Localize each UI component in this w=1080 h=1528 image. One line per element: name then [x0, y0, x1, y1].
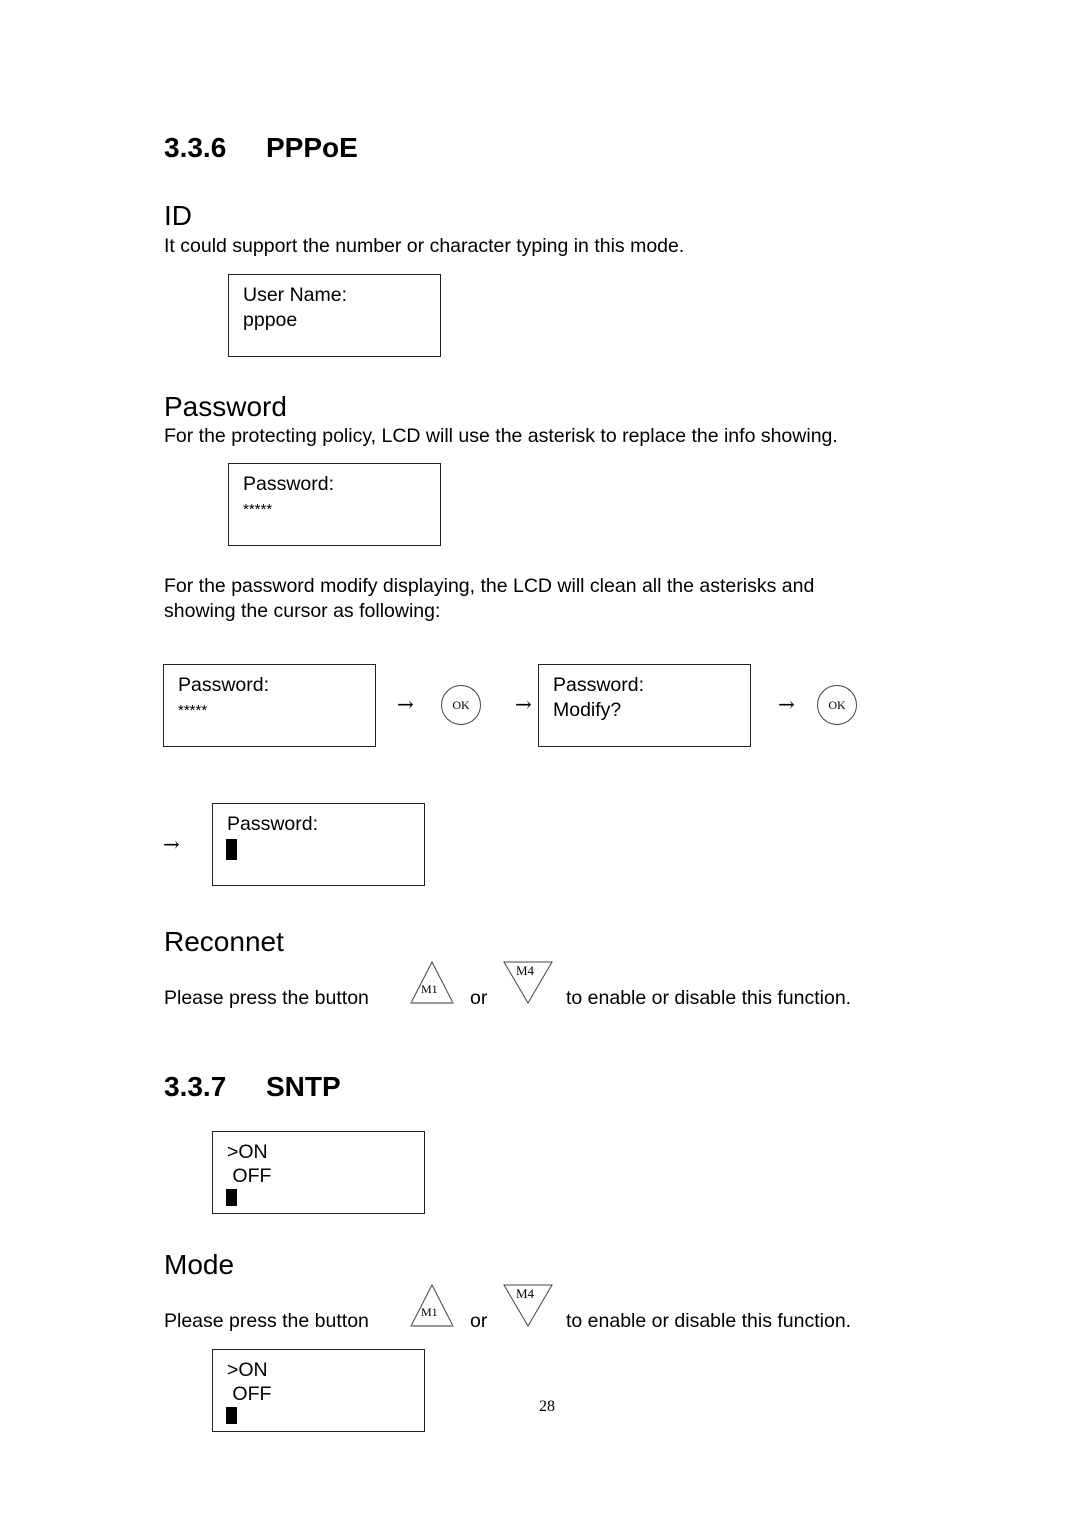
reconnect-instruction-suffix: to enable or disable this function. — [566, 987, 852, 1009]
lcd-username-display: User Name: pppoe — [228, 274, 441, 357]
lcd-asterisks: ***** — [178, 702, 208, 719]
m4-label: M4 — [516, 963, 535, 978]
lcd-flow-step2: Password: Modify? — [538, 664, 751, 747]
password-heading: Password — [164, 391, 287, 422]
lcd-cursor — [226, 1189, 237, 1206]
arrow-right-icon: → — [163, 832, 180, 856]
section-title: SNTP — [266, 1071, 341, 1102]
ok-label: OK — [828, 697, 846, 712]
section-title: PPPoE — [266, 132, 358, 163]
reconnect-heading: Reconnet — [164, 926, 284, 957]
lcd-line: pppoe — [243, 309, 298, 331]
reconnect-instruction-or: or — [470, 987, 488, 1009]
ok-button-icon: OK — [441, 685, 481, 725]
m1-up-button-icon: M1 — [409, 1283, 455, 1329]
mode-instruction-prefix: Please press the button — [164, 1310, 369, 1332]
arrow-right-icon: → — [397, 692, 414, 716]
id-heading: ID — [164, 200, 192, 231]
id-description: It could support the number or character… — [164, 235, 685, 257]
lcd-password-display: Password: ***** — [228, 463, 441, 546]
password-description: For the protecting policy, LCD will use … — [164, 425, 838, 447]
section-number: 3.3.7 — [164, 1071, 227, 1102]
lcd-line: User Name: — [243, 284, 348, 306]
modify-description-line1: For the password modify displaying, the … — [164, 575, 815, 597]
lcd-flow-step1: Password: ***** — [163, 664, 376, 747]
section-heading-sntp: 3.3.7 SNTP — [164, 1071, 341, 1103]
mode-instruction-or: or — [470, 1310, 488, 1332]
reconnect-instruction-prefix: Please press the button — [164, 987, 369, 1009]
lcd-line: >ON — [227, 1359, 268, 1381]
lcd-cursor — [226, 1407, 237, 1424]
lcd-line: OFF — [227, 1165, 272, 1187]
m1-up-button-icon: M1 — [409, 960, 455, 1006]
arrow-right-icon: → — [778, 692, 795, 716]
m4-label: M4 — [516, 1286, 535, 1301]
arrow-right-icon: → — [515, 692, 532, 716]
ok-label: OK — [452, 697, 470, 712]
lcd-line: OFF — [227, 1383, 272, 1405]
lcd-sntp-display: >ON OFF — [212, 1131, 425, 1214]
lcd-line: >ON — [227, 1141, 268, 1163]
mode-instruction-suffix: to enable or disable this function. — [566, 1310, 852, 1332]
lcd-cursor — [226, 839, 237, 860]
lcd-asterisks: ***** — [243, 501, 273, 518]
modify-description-line2: showing the cursor as following: — [164, 600, 441, 622]
m4-down-button-icon: M4 — [502, 960, 553, 1006]
page-number: 28 — [539, 1398, 555, 1415]
section-number: 3.3.6 — [164, 132, 227, 163]
lcd-line: Password: — [243, 473, 335, 495]
mode-heading: Mode — [164, 1249, 235, 1280]
m4-down-button-icon: M4 — [502, 1283, 553, 1329]
ok-button-icon: OK — [817, 685, 857, 725]
m1-label: M1 — [421, 982, 438, 996]
m1-label: M1 — [421, 1305, 438, 1319]
lcd-line: Modify? — [553, 699, 622, 721]
lcd-line: Password: — [178, 674, 270, 696]
lcd-line: Password: — [553, 674, 645, 696]
lcd-mode-display: >ON OFF — [212, 1349, 425, 1432]
section-heading-pppoe: 3.3.6 PPPoE — [164, 132, 358, 164]
lcd-line: Password: — [227, 813, 319, 835]
lcd-flow-step3: Password: — [212, 803, 425, 886]
